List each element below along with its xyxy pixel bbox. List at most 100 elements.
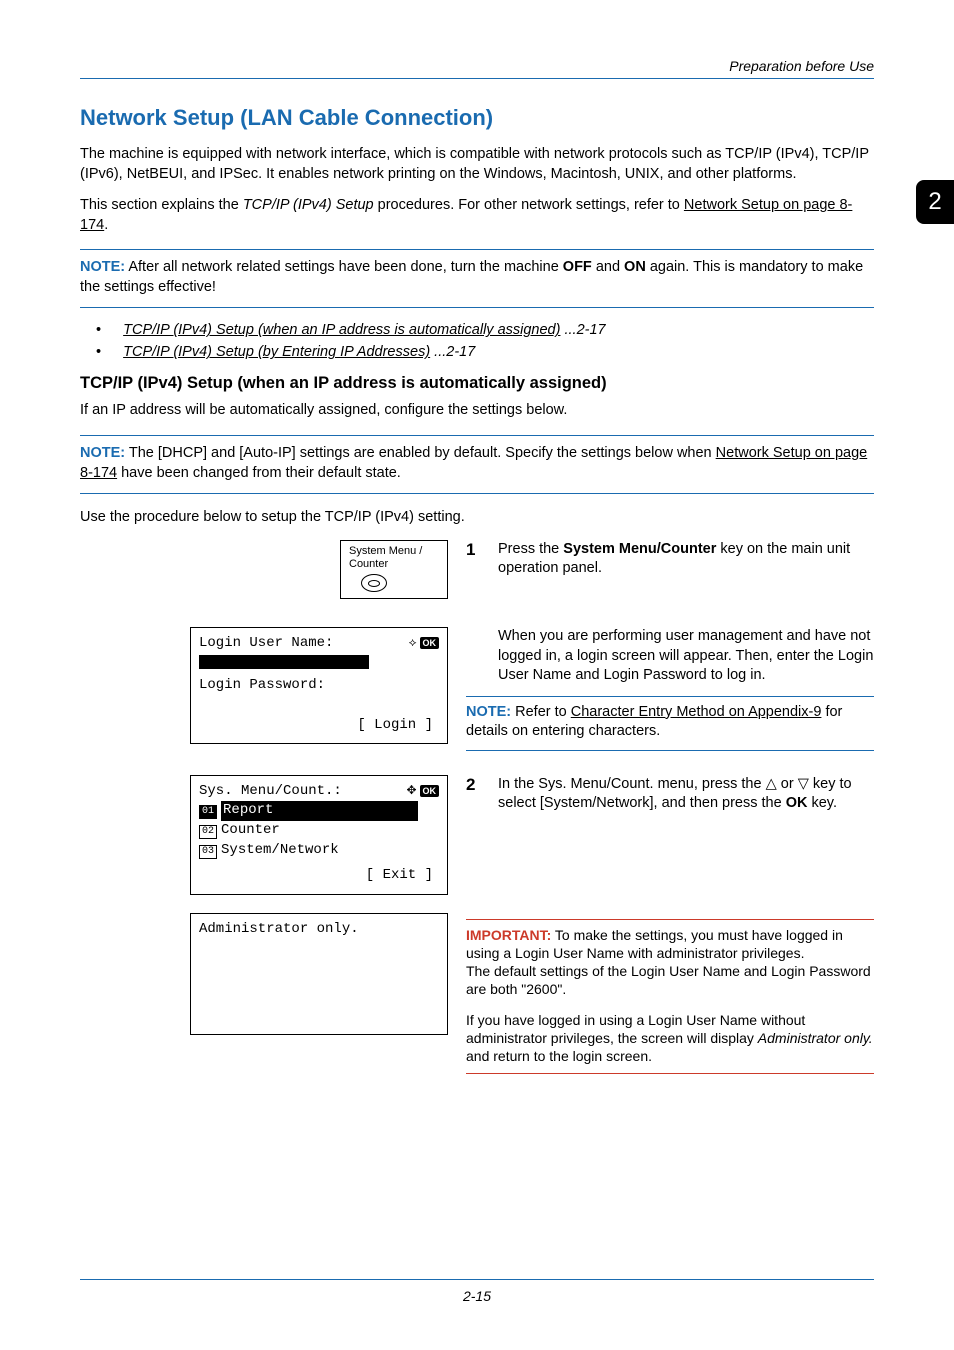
sub-intro: If an IP address will be automatically a… <box>80 401 874 421</box>
text: have been changed from their default sta… <box>117 465 401 481</box>
text: If you have logged in using a Login User… <box>466 1012 805 1046</box>
label: Administrator only. <box>199 920 439 940</box>
imp-para-1: IMPORTANT: To make the settings, you mus… <box>466 926 874 962</box>
system-menu-key: System Menu / Counter <box>340 540 448 599</box>
note-label: NOTE: <box>80 259 125 275</box>
selected-label: Report <box>221 801 418 821</box>
intro-paragraph-2: This section explains the TCP/IP (IPv4) … <box>80 196 874 235</box>
label: Sys. Menu/Count.: <box>199 782 342 802</box>
text: and <box>592 259 624 275</box>
page-footer: 2-15 <box>80 1279 874 1304</box>
text: . <box>104 217 108 233</box>
page: Preparation before Use Network Setup (LA… <box>0 0 954 1074</box>
intro-paragraph-1: The machine is equipped with network int… <box>80 145 874 184</box>
left-column: Login User Name: ⟡OK Login Password: [ L… <box>80 627 448 761</box>
note-label: NOTE: <box>80 445 125 461</box>
imp-para-2: The default settings of the Login User N… <box>466 962 874 998</box>
admin-only-screen: Administrator only. <box>190 913 448 1035</box>
step-1: 1 Press the System Menu/Counter key on t… <box>466 540 874 579</box>
procedure-intro: Use the procedure below to setup the TCP… <box>80 508 874 528</box>
text: This section explains the <box>80 197 243 213</box>
nav-cross-icon: ✥ <box>406 783 416 797</box>
note-label: NOTE: <box>466 704 511 720</box>
login-action: [ Login ] <box>199 716 439 736</box>
key-name: System Menu/Counter <box>563 541 716 557</box>
procedure-name: TCP/IP (IPv4) Setup <box>243 197 374 213</box>
row-num: 01 <box>199 805 217 819</box>
text: procedures. For other network settings, … <box>374 197 684 213</box>
spacer <box>466 627 482 686</box>
nav-icon: ⟡ <box>409 635 417 649</box>
step-2-row: Sys. Menu/Count.: ✥ OK 01 Report 02 Counter… <box>80 775 874 895</box>
screen-line: Login User Name: ⟡OK <box>199 634 439 654</box>
row-num: 02 <box>199 825 217 839</box>
text: After all network related settings have … <box>125 259 563 275</box>
step-number: 1 <box>466 540 482 579</box>
text: and return to the login screen. <box>466 1048 652 1064</box>
left-column: Sys. Menu/Count.: ✥ OK 01 Report 02 Counter… <box>80 775 448 895</box>
label: Counter <box>221 822 280 838</box>
section-title: Network Setup (LAN Cable Connection) <box>80 105 874 131</box>
list-item: TCP/IP (IPv4) Setup (when an IP address … <box>96 322 874 338</box>
quick-links: TCP/IP (IPv4) Setup (when an IP address … <box>96 322 874 360</box>
right-column: 1 Press the System Menu/Counter key on t… <box>466 540 874 599</box>
step-2: 2 In the Sys. Menu/Count. menu, press th… <box>466 775 874 814</box>
ok-key: OK <box>786 795 808 811</box>
down-triangle-icon: ▽ <box>798 776 809 792</box>
on-text: ON <box>624 259 646 275</box>
label: Login User Name: <box>199 634 333 654</box>
menu-row: 03 System/Network <box>199 841 439 861</box>
left-column: System Menu / Counter <box>80 540 448 599</box>
ok-icon: OK <box>420 637 440 649</box>
login-row: Login User Name: ⟡OK Login Password: [ L… <box>80 627 874 761</box>
label: Login Password: <box>199 676 439 696</box>
side-tab-chapter: 2 <box>916 180 954 224</box>
char-entry-link[interactable]: Character Entry Method on Appendix-9 <box>571 704 822 720</box>
step-1-row: System Menu / Counter 1 Press the System… <box>80 540 874 599</box>
row-num: 03 <box>199 845 217 859</box>
indicator-group: ⟡OK <box>409 634 439 654</box>
text: The [DHCP] and [Auto-IP] settings are en… <box>125 445 716 461</box>
text: Press the <box>498 541 563 557</box>
text: Refer to <box>511 704 571 720</box>
important-label: IMPORTANT: <box>466 927 551 943</box>
right-column: 2 In the Sys. Menu/Count. menu, press th… <box>466 775 874 895</box>
important-block: IMPORTANT: To make the settings, you mus… <box>466 919 874 1074</box>
text: key. <box>807 795 837 811</box>
right-column: When you are performing user management … <box>466 627 874 761</box>
indicator-group: ✥ OK <box>406 782 439 802</box>
screen-line: Sys. Menu/Count.: ✥ OK <box>199 782 439 802</box>
menu-row: 02 Counter <box>199 821 439 841</box>
login-indent-text: When you are performing user management … <box>498 627 874 686</box>
step-number: 2 <box>466 775 482 814</box>
led-icon <box>368 580 380 587</box>
key-label: System Menu / Counter <box>349 545 441 571</box>
text: or <box>777 776 798 792</box>
input-highlight <box>199 654 439 674</box>
label: System/Network <box>221 842 339 858</box>
step-text: In the Sys. Menu/Count. menu, press the … <box>498 775 874 814</box>
text: In the Sys. Menu/Count. menu, press the <box>498 776 766 792</box>
exit-action: [ Exit ] <box>199 866 439 886</box>
sysmenu-screen: Sys. Menu/Count.: ✥ OK 01 Report 02 Counter… <box>190 775 448 895</box>
key-button-shape <box>361 574 387 592</box>
page-ref: ...2-17 <box>560 322 605 338</box>
right-column: IMPORTANT: To make the settings, you mus… <box>466 913 874 1074</box>
ok-icon: OK <box>420 785 440 797</box>
text: Report <box>223 802 273 818</box>
note-block-1: NOTE: After all network related settings… <box>80 249 874 308</box>
left-column: Administrator only. <box>80 913 448 1074</box>
menu-row-selected: 01 Report <box>199 801 439 821</box>
link-ipv4-manual[interactable]: TCP/IP (IPv4) Setup (by Entering IP Addr… <box>123 344 430 360</box>
link-ipv4-auto[interactable]: TCP/IP (IPv4) Setup (when an IP address … <box>123 322 560 338</box>
off-text: OFF <box>563 259 592 275</box>
screen-msg: Administrator only. <box>758 1030 873 1046</box>
login-screen: Login User Name: ⟡OK Login Password: [ L… <box>190 627 448 744</box>
indent-text-row: When you are performing user management … <box>466 627 874 686</box>
up-triangle-icon: △ <box>766 776 777 792</box>
sub-heading: TCP/IP (IPv4) Setup (when an IP address … <box>80 374 874 393</box>
step-text: Press the System Menu/Counter key on the… <box>498 540 874 579</box>
list-item: TCP/IP (IPv4) Setup (by Entering IP Addr… <box>96 344 874 360</box>
page-ref: ...2-17 <box>430 344 475 360</box>
note-block-2: NOTE: The [DHCP] and [Auto-IP] settings … <box>80 435 874 494</box>
